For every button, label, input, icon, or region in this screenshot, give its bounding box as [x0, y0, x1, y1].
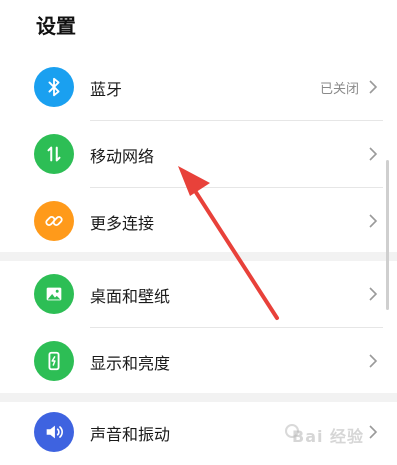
link-icon	[34, 201, 74, 241]
watermark-text: Bai 经验	[292, 427, 365, 446]
chevron-right-icon	[369, 147, 378, 161]
settings-item-label: 更多连接	[90, 214, 155, 233]
settings-item-label: 移动网络	[90, 147, 155, 166]
settings-item-bluetooth[interactable]: 蓝牙 已关闭	[0, 54, 397, 120]
settings-item-label: 桌面和壁纸	[90, 287, 171, 306]
sound-icon	[34, 412, 74, 452]
wallpaper-icon	[34, 274, 74, 314]
chevron-right-icon	[369, 214, 378, 228]
scrollbar[interactable]	[386, 160, 389, 310]
settings-item-wallpaper[interactable]: 桌面和壁纸	[0, 261, 397, 327]
chevron-right-icon	[369, 287, 378, 301]
chevron-right-icon	[369, 80, 378, 94]
settings-item-more-connections[interactable]: 更多连接	[0, 188, 397, 254]
chevron-right-icon	[369, 354, 378, 368]
page-title: 设置	[36, 14, 76, 38]
group-separator	[0, 252, 397, 261]
settings-group-connections: 蓝牙 已关闭 移动网络 更多连接	[0, 54, 397, 252]
settings-item-label: 声音和振动	[90, 425, 171, 444]
display-brightness-icon	[34, 341, 74, 381]
settings-group-display: 桌面和壁纸 显示和亮度	[0, 261, 397, 393]
settings-item-mobile-network[interactable]: 移动网络	[0, 121, 397, 187]
mobile-data-icon	[34, 134, 74, 174]
settings-item-label: 蓝牙	[90, 80, 123, 99]
settings-item-label: 显示和亮度	[90, 354, 171, 373]
bluetooth-status: 已关闭	[319, 82, 359, 97]
settings-item-display-brightness[interactable]: 显示和亮度	[0, 328, 397, 394]
bluetooth-icon	[34, 67, 74, 107]
